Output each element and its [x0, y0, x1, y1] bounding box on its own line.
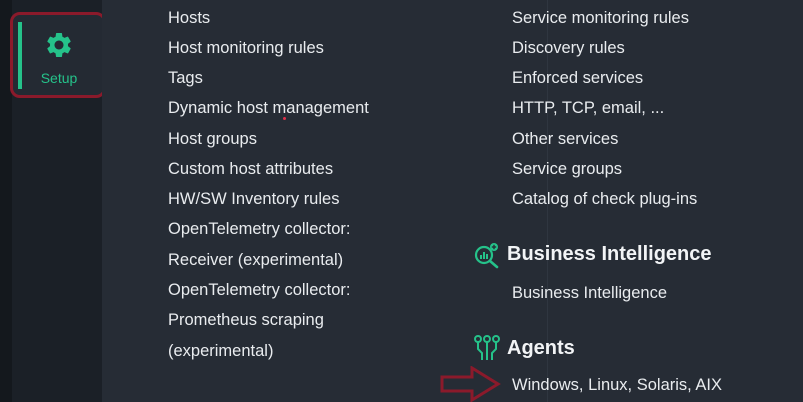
menu-link-hosts[interactable]: Hosts: [168, 8, 210, 28]
menu-link-http-tcp-email[interactable]: HTTP, TCP, email, ...: [512, 98, 664, 118]
gear-icon: [47, 32, 71, 57]
menu-link-hw-sw-inventory-rules[interactable]: HW/SW Inventory rules: [168, 189, 339, 209]
business-intelligence-icon: [474, 243, 499, 269]
section-title-agents: Agents: [507, 337, 575, 359]
menu-link-otel-collector-receiver-line2[interactable]: Receiver (experimental): [168, 250, 343, 270]
menu-link-custom-host-attributes[interactable]: Custom host attributes: [168, 159, 333, 179]
setup-nav-label: Setup: [40, 70, 78, 86]
menu-link-service-monitoring-rules[interactable]: Service monitoring rules: [512, 8, 689, 28]
menu-link-service-groups[interactable]: Service groups: [512, 159, 622, 179]
menu-link-otel-collector-prometheus-line2[interactable]: Prometheus scraping: [168, 310, 324, 330]
setup-menu-screen: Setup Hosts Host monitoring rules Tags D…: [0, 0, 803, 402]
menu-link-host-monitoring-rules[interactable]: Host monitoring rules: [168, 38, 324, 58]
menu-link-business-intelligence[interactable]: Business Intelligence: [512, 283, 667, 303]
menu-link-other-services[interactable]: Other services: [512, 129, 618, 149]
cursor-marker: [283, 117, 286, 120]
menu-link-host-groups[interactable]: Host groups: [168, 129, 257, 149]
setup-nav-button[interactable]: Setup: [10, 12, 106, 98]
menu-link-otel-collector-prometheus-line1[interactable]: OpenTelemetry collector:: [168, 280, 351, 300]
menu-link-otel-collector-prometheus-line3[interactable]: (experimental): [168, 341, 273, 361]
menu-link-tags[interactable]: Tags: [168, 68, 203, 88]
menu-link-dynamic-host-management[interactable]: Dynamic host management: [168, 98, 369, 118]
menu-link-windows-linux-solaris-aix[interactable]: Windows, Linux, Solaris, AIX: [512, 375, 722, 395]
agents-icon: [474, 335, 500, 360]
section-title-business-intelligence: Business Intelligence: [507, 243, 712, 265]
menu-link-enforced-services[interactable]: Enforced services: [512, 68, 643, 88]
menu-link-catalog-of-check-plugins[interactable]: Catalog of check plug-ins: [512, 189, 697, 209]
annotation-arrow-icon: [440, 366, 501, 402]
menu-link-otel-collector-receiver-line1[interactable]: OpenTelemetry collector:: [168, 219, 351, 239]
menu-link-discovery-rules[interactable]: Discovery rules: [512, 38, 625, 58]
